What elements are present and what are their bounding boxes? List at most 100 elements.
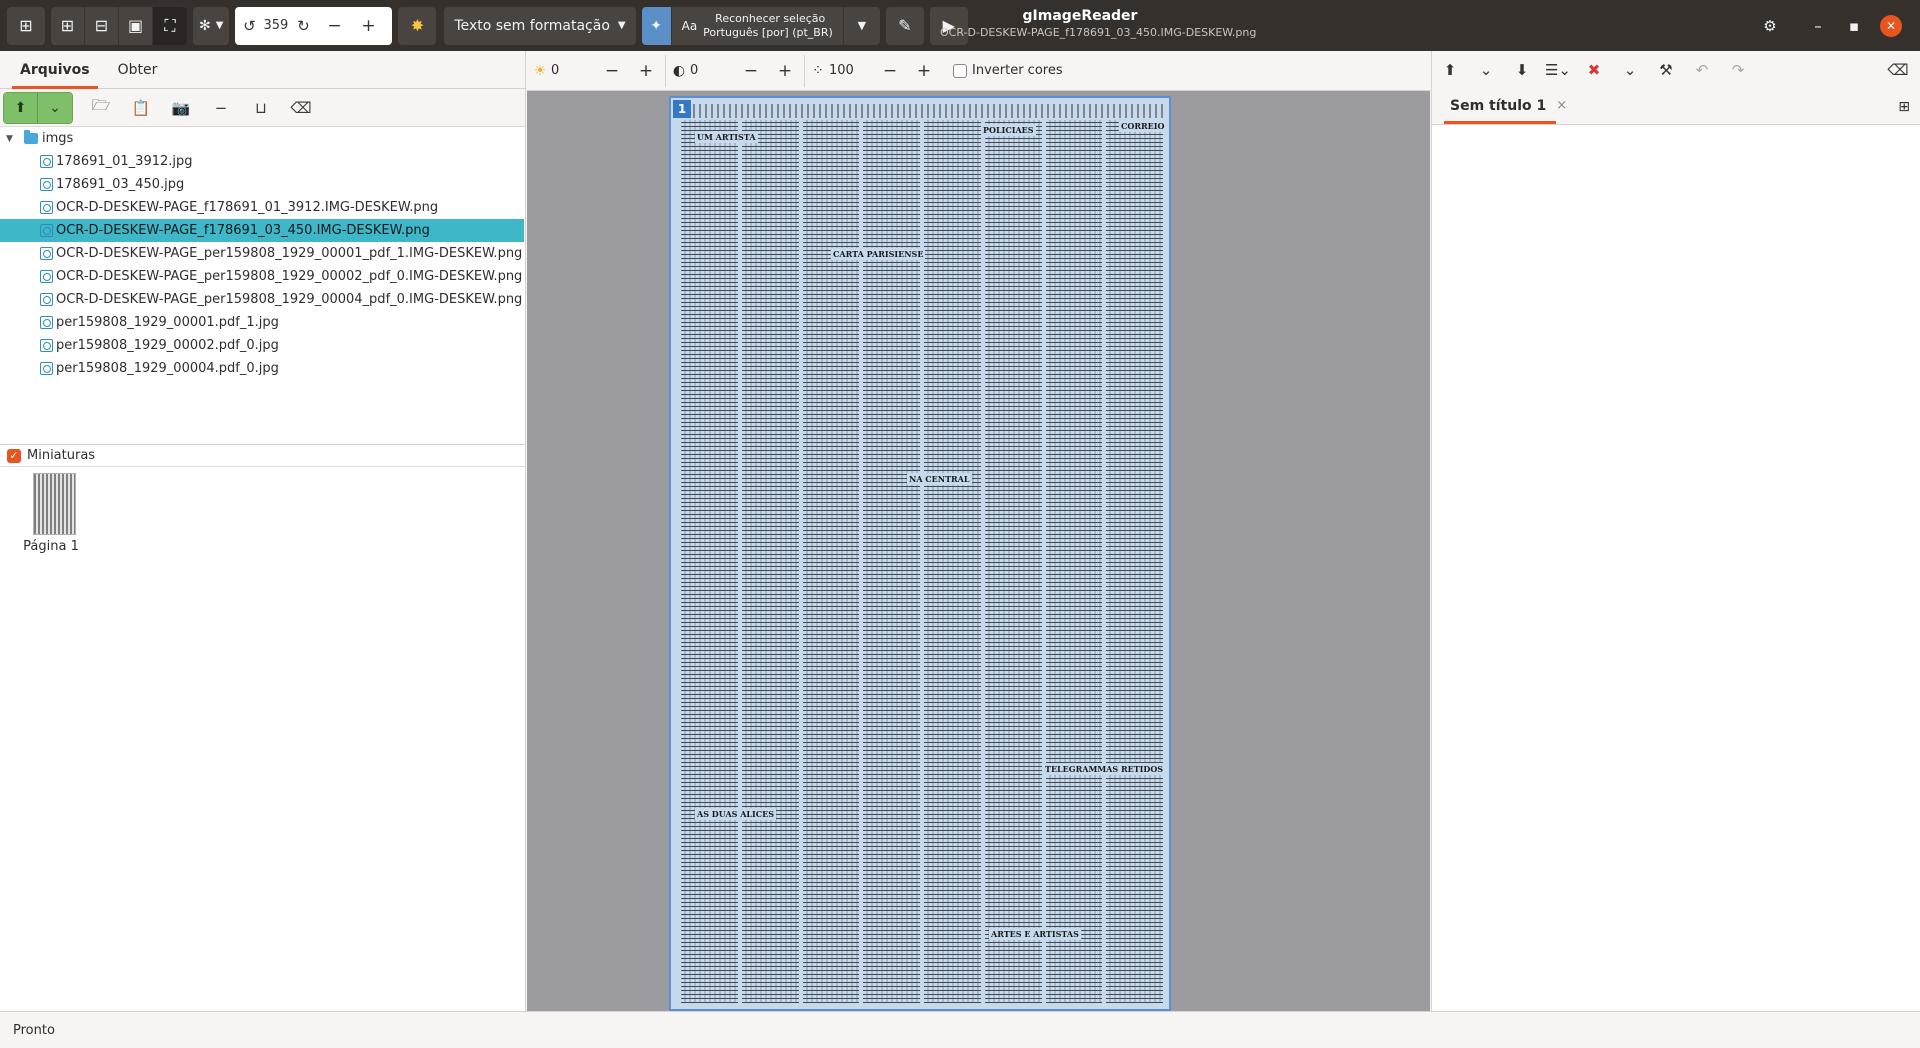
settings-icon: ⚙ — [1763, 16, 1777, 35]
add-source-button[interactable]: ⊞ — [7, 6, 45, 45]
add-files-menu-button[interactable]: ⌄ — [38, 92, 72, 123]
delete-button[interactable]: ⊔ — [241, 99, 281, 117]
contrast-decrement-button[interactable]: − — [734, 61, 768, 81]
brightness-value[interactable]: 0 — [551, 63, 595, 78]
tab-obter[interactable]: Obter — [104, 62, 172, 88]
close-button[interactable]: ✕ — [1880, 14, 1902, 37]
settings-button[interactable]: ⚙ — [1752, 17, 1788, 35]
redo-button[interactable]: ↷ — [1720, 61, 1756, 79]
page-heading: AS DUAS ALICES — [695, 808, 777, 820]
file-item[interactable]: OCR-D-DESKEW-PAGE_per159808_1929_00001_p… — [0, 242, 524, 265]
clear-button[interactable]: ⌫ — [281, 99, 321, 117]
resolution-decrement-button[interactable]: − — [873, 61, 907, 81]
edit-button[interactable]: ✎ — [885, 6, 924, 45]
save-output-button[interactable]: ⬇ — [1504, 61, 1540, 79]
rotate-left-icon[interactable]: ↺ — [235, 17, 263, 35]
chevron-down-icon: ⌄ — [1623, 61, 1637, 79]
insert-mode-button[interactable]: ☰⌄ — [1540, 61, 1576, 79]
rotation-value[interactable]: 359, — [263, 18, 289, 33]
page-column — [1106, 120, 1163, 1003]
brightness-icon: ☀ — [533, 62, 547, 79]
add-files-button[interactable]: ⬆ — [4, 92, 38, 123]
contrast-increment-button[interactable]: + — [768, 61, 802, 81]
tree-folder-imgs[interactable]: ▼ imgs — [0, 127, 524, 150]
recognize-options-button[interactable]: ▼ — [844, 19, 880, 32]
autodetect-layout-icon: ✻ — [199, 17, 211, 34]
open-folder-button[interactable]: 🗁 — [81, 95, 121, 120]
brightness-decrement-button[interactable]: − — [595, 61, 629, 81]
magic-wand-button[interactable]: ✦ — [641, 6, 672, 45]
file-item[interactable]: per159808_1929_00004.pdf_0.jpg — [0, 357, 524, 380]
output-mode-dropdown[interactable]: Texto sem formatação ▼ — [444, 6, 636, 45]
rotation-decrement-button[interactable]: − — [317, 16, 351, 36]
output-toolbar: ⬆ ⌄ ⬇ ☰⌄ ✖ ⌄ ⚒ ↶ ↷ ⌫ — [1432, 51, 1920, 89]
image-file-icon — [40, 316, 53, 329]
brightness-increment-button[interactable]: + — [629, 61, 663, 81]
file-item[interactable]: OCR-D-DESKEW-PAGE_per159808_1929_00002_p… — [0, 265, 524, 288]
paste-button[interactable]: 📋 — [121, 99, 161, 117]
tab-close-button[interactable]: × — [1556, 98, 1567, 113]
tab-arquivos[interactable]: Arquivos — [6, 62, 104, 89]
best-fit-button[interactable]: ⛶ — [153, 6, 187, 45]
image-file-icon — [40, 247, 53, 260]
file-item[interactable]: per159808_1929_00001.pdf_1.jpg — [0, 311, 524, 334]
minimize-button[interactable]: – — [1800, 17, 1836, 35]
expander-icon[interactable]: ▼ — [6, 134, 18, 144]
magic-wand-icon: ✦ — [650, 17, 662, 34]
zoom-out-button[interactable]: ⊟ — [85, 6, 119, 45]
scanner-button[interactable]: ✸ — [398, 6, 437, 45]
trash-icon: ⊔ — [255, 98, 267, 117]
clear-output-button[interactable]: ⌫ — [1880, 61, 1916, 79]
redo-icon: ↷ — [1731, 61, 1745, 79]
brightness-control: ☀ 0 − + — [527, 54, 666, 87]
file-item[interactable]: 178691_03_450.jpg — [0, 173, 524, 196]
image-file-icon — [40, 224, 53, 237]
contrast-value[interactable]: 0 — [690, 63, 734, 78]
strip-options-button[interactable]: ⌄ — [1612, 61, 1648, 79]
rotate-right-icon[interactable]: ↻ — [289, 17, 317, 35]
invert-colors-toggle[interactable]: Inverter cores — [953, 63, 1063, 78]
remove-button[interactable]: − — [201, 99, 241, 117]
invert-colors-checkbox[interactable] — [953, 63, 967, 78]
best-fit-icon: ⛶ — [164, 15, 176, 35]
file-item[interactable]: OCR-D-DESKEW-PAGE_f178691_01_3912.IMG-DE… — [0, 196, 524, 219]
rotation-increment-button[interactable]: + — [351, 16, 385, 36]
page-column — [681, 120, 738, 1003]
page-masthead — [681, 104, 1163, 118]
undo-button[interactable]: ↶ — [1684, 61, 1720, 79]
tab-sem-titulo[interactable]: Sem título 1 × — [1450, 98, 1567, 116]
original-size-button[interactable]: ▣ — [119, 6, 153, 45]
file-label: per159808_1929_00004.pdf_0.jpg — [56, 361, 279, 376]
tools-button[interactable]: ⚒ — [1648, 61, 1684, 79]
file-item[interactable]: OCR-D-DESKEW-PAGE_per159808_1929_00004_p… — [0, 288, 524, 311]
layout-mode-dropdown[interactable]: ✻ ▼ — [193, 6, 230, 45]
rotation-field[interactable]: ↺ 359, ↻ − + — [235, 6, 393, 45]
strip-spaces-button[interactable]: ✖ — [1576, 61, 1612, 79]
file-item[interactable]: 178691_01_3912.jpg — [0, 150, 524, 173]
thumbnails-toggle[interactable]: ✓ Miniaturas — [0, 445, 525, 467]
thumbnails-checkbox[interactable]: ✓ — [7, 448, 21, 463]
active-tab-indicator — [1444, 121, 1556, 124]
resolution-icon: ⁘ — [812, 62, 824, 79]
file-item-selected[interactable]: OCR-D-DESKEW-PAGE_f178691_03_450.IMG-DES… — [0, 219, 524, 242]
open-output-button[interactable]: ⬆ — [1432, 61, 1468, 79]
output-pane: ⬆ ⌄ ⬇ ☰⌄ ✖ ⌄ ⚒ ↶ ↷ ⌫ Sem título 1 × ⊞ — [1431, 51, 1920, 1011]
clear-icon: ⌫ — [1887, 61, 1909, 79]
resolution-value[interactable]: 100 — [829, 63, 873, 78]
page-thumbnail[interactable]: Página 1 — [23, 473, 80, 554]
resolution-increment-button[interactable]: + — [907, 61, 941, 81]
screenshot-button[interactable]: 📷 — [161, 99, 201, 117]
file-item[interactable]: per159808_1929_00002.pdf_0.jpg — [0, 334, 524, 357]
output-text-area[interactable] — [1432, 125, 1920, 1011]
document-page-image[interactable]: 1 UM ARTISTA POLICIAES CORREIO CARTA PAR… — [669, 96, 1171, 1011]
add-source-icon: ⊞ — [19, 16, 33, 35]
zoom-in-button[interactable]: ⊞ — [51, 6, 85, 45]
file-label: per159808_1929_00002.pdf_0.jpg — [56, 338, 279, 353]
new-tab-button[interactable]: ⊞ — [1898, 99, 1910, 115]
open-output-menu-button[interactable]: ⌄ — [1468, 61, 1504, 79]
image-controls-toolbar: ☀ 0 − + ◐ 0 − + ⁘ 100 − + Inverter cores — [527, 51, 1430, 91]
recognize-button[interactable]: Aa Reconhecer seleção Português [por] (p… — [672, 6, 844, 45]
maximize-button[interactable]: ▪ — [1836, 17, 1872, 35]
chevron-down-icon: ▼ — [215, 20, 224, 31]
close-icon: ✕ — [1885, 18, 1897, 33]
